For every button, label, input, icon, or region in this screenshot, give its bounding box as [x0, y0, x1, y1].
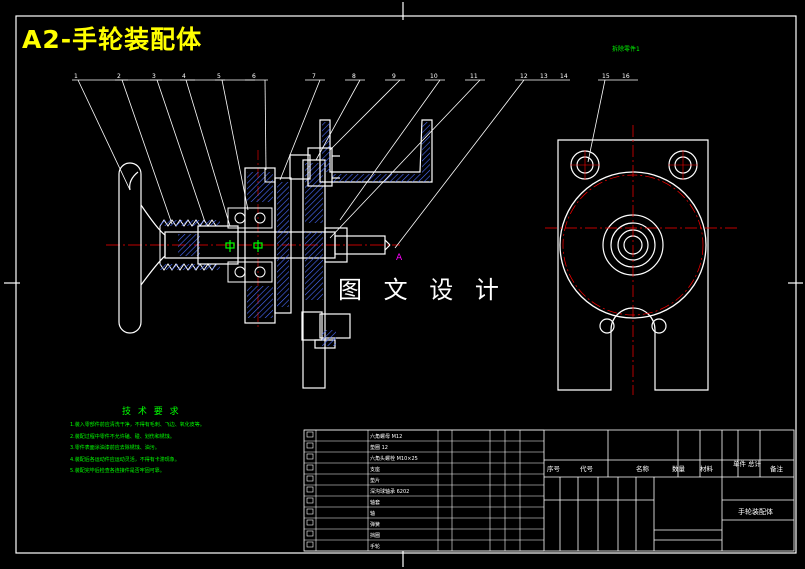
callout-5: 5 [217, 73, 221, 80]
bom-checkbox [306, 497, 314, 504]
header-code: 代号 [580, 464, 594, 473]
bom-item-name: 深沟球轴承 6202 [370, 488, 409, 495]
bom-checkbox [306, 486, 314, 493]
spring-hatch-top [160, 220, 220, 226]
header-material: 材料 [700, 464, 714, 473]
angle-bracket [319, 119, 433, 183]
bom-checkbox [306, 464, 314, 471]
callout-9: 9 [392, 73, 396, 80]
callout-10: 10 [430, 73, 438, 80]
header-seq: 序号 [547, 464, 561, 473]
bom-item-name: 挡圈 [370, 532, 380, 539]
bom-checkbox [306, 541, 314, 548]
bom-item-name: 垫片 [370, 477, 380, 484]
callout-leaders [72, 79, 638, 249]
bom-item-name: 支座 [370, 466, 380, 473]
callout-15: 15 [602, 73, 610, 80]
bom-item-name: 垫圈 12 [370, 444, 388, 451]
title-block-text: 序号 代号 名称 数量 材料 单件 总计 备注 手轮装配体 [547, 459, 784, 516]
callout-3: 3 [152, 73, 156, 80]
shaft-hatch [178, 234, 200, 256]
section-label: A [396, 253, 403, 263]
callout-1: 1 [74, 73, 78, 80]
bom-checkbox [306, 475, 314, 482]
bom-item-name: 手轮 [370, 543, 380, 550]
callout-14: 14 [560, 73, 568, 80]
assembly-name: 手轮装配体 [738, 507, 773, 516]
callout-11: 11 [470, 73, 478, 80]
header-remark: 备注 [770, 464, 784, 473]
bom-item-name: 弹簧 [370, 521, 380, 528]
bottom-bolt-hatch [322, 330, 336, 346]
bearing-centers [225, 240, 263, 252]
support-plate [302, 159, 326, 389]
sheet-frame [4, 2, 803, 567]
bom-item-name: 六角螺母 M12 [370, 433, 402, 440]
spring-hatch-bottom [160, 264, 220, 270]
header-qty: 数量 [672, 464, 686, 473]
callout-2: 2 [117, 73, 121, 80]
callout-8: 8 [352, 73, 356, 80]
drawing-sheet: A 1 2 3 4 5 6 7 8 9 10 11 12 13 14 15 16 [4, 2, 803, 567]
section-marker-a: A [396, 253, 403, 263]
bom-checkbox [306, 453, 314, 460]
bom-item-name: 轴 [370, 510, 375, 517]
header-unit: 单件 [733, 459, 747, 468]
bom-checkbox [306, 530, 314, 537]
bom-table: 六角螺母 M12 垫圈 12 六角头螺栓 M10×25 支座垫片深沟球轴承 6202 轴… [304, 429, 544, 552]
bom-item-name: 轴套 [370, 499, 380, 506]
callout-7: 7 [312, 73, 316, 80]
header-total: 总计 [748, 459, 762, 468]
callout-12: 12 [520, 73, 528, 80]
callout-13: 13 [540, 73, 548, 80]
bearing-housing [244, 167, 292, 324]
bom-checkbox [306, 508, 314, 515]
mounting-holes [570, 150, 698, 334]
callout-4: 4 [182, 73, 186, 80]
side-view [545, 125, 740, 395]
callout-6: 6 [252, 73, 256, 80]
header-name: 名称 [636, 464, 650, 473]
bom-checkbox [306, 431, 314, 438]
callout-16: 16 [622, 73, 630, 80]
callout-numbers: 1 2 3 4 5 6 7 8 9 10 11 12 13 14 15 16 [74, 73, 630, 80]
bom-checkbox [306, 442, 314, 449]
bom-checkbox [306, 519, 314, 526]
bom-item-name: 六角头螺栓 M10×25 [370, 455, 418, 462]
handwheel [118, 162, 166, 334]
